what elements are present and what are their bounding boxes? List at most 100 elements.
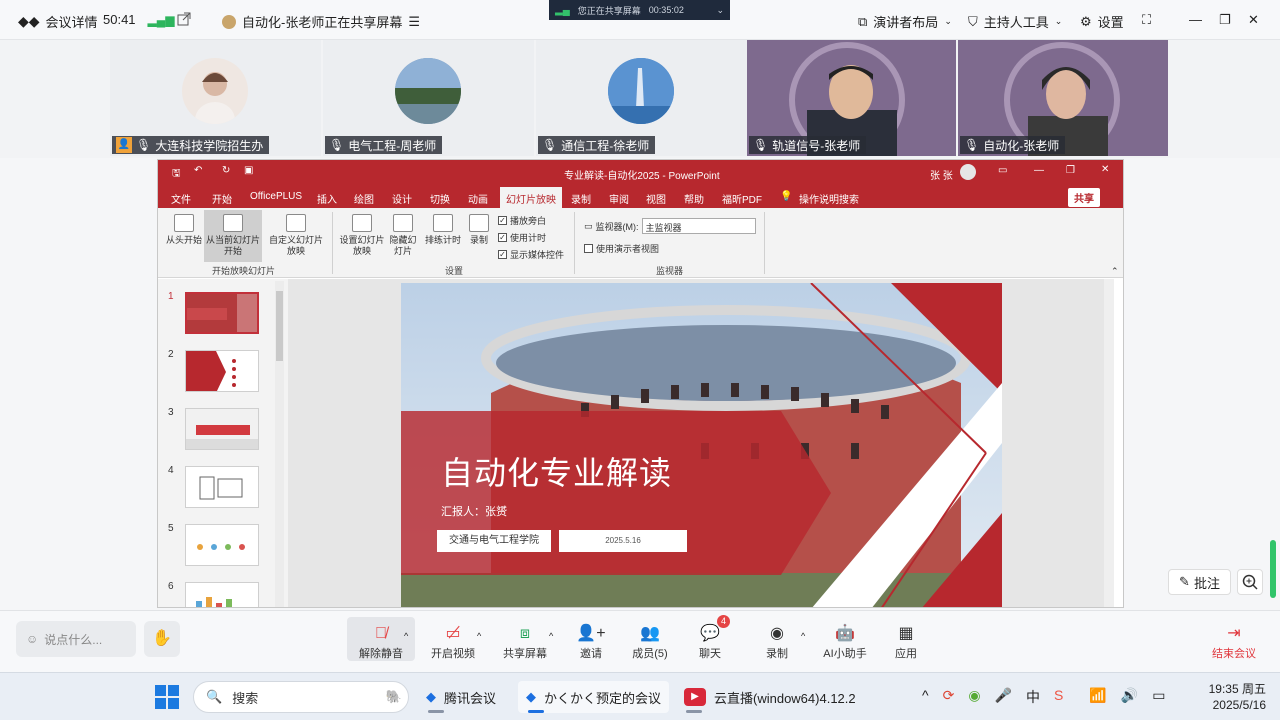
thumbnail-scrollbar[interactable] [275,281,284,607]
slide-scrollbar[interactable] [1104,279,1114,607]
from-beginning-button[interactable]: 从头开始 [164,214,204,246]
host-tools-button[interactable]: ⛉ 主持人工具 ⌄ [968,12,1062,31]
slide-thumbnail-4[interactable] [185,466,259,508]
chevron-up-icon[interactable]: ^ [477,631,481,641]
sync-icon[interactable]: ⟳ [943,687,955,707]
chat-label: 聊天 [699,648,721,660]
taskbar-app-tencent-meeting[interactable]: ◆ 腾讯会议 [418,681,504,713]
meeting-details-button[interactable]: ◆◆ 会议详情 [18,12,98,31]
participant-tile[interactable]: 🎙 电气工程-周老师 [323,40,534,156]
rehearse-timings-button[interactable]: 排练计时 [422,214,464,246]
taskbar-clock[interactable]: 19:35 周五 2025/5/16 [1196,681,1266,713]
present-icon[interactable]: ▣ [244,165,253,176]
tell-me-search[interactable]: 操作说明搜索 [799,191,859,206]
restore-icon[interactable]: ❐ [1219,12,1231,28]
participant-video-tile[interactable]: 🎙 轨道信号-张老师 [747,40,956,158]
apps-button[interactable]: ▦ 应用 [872,623,940,661]
hide-slide-button[interactable]: 隐藏幻灯片 [388,214,418,257]
chevron-up-icon[interactable]: ^ [404,631,408,641]
slide-thumbnail-6[interactable] [185,582,259,607]
sharing-text: 您正在共享屏幕 [577,5,641,16]
record-button[interactable]: ◉ 录制 [743,623,811,661]
wifi-icon[interactable]: 📶 [1089,687,1106,707]
tab-review[interactable]: 审阅 [609,191,629,206]
sogou-icon[interactable]: S [1054,687,1063,707]
invite-button[interactable]: 👤+ 邀请 [557,623,625,661]
custom-slideshow-button[interactable]: 自定义幻灯片放映 [266,214,326,257]
annotate-button[interactable]: ✎ 批注 [1168,569,1231,595]
sharing-banner[interactable]: ▂▄ 您正在共享屏幕 00:35:02 ⌄ [549,0,730,20]
tab-help[interactable]: 帮助 [684,191,704,206]
settings-button[interactable]: ⚙ 设置 [1080,12,1124,31]
tab-transitions[interactable]: 切换 [430,191,450,206]
participant-tile[interactable]: 🎙 通信工程-徐老师 [536,40,747,156]
close-icon[interactable]: ✕ [1101,164,1109,175]
tab-file[interactable]: 文件 [171,191,191,206]
share-screen-button[interactable]: ⧈ 共享屏幕 [491,623,559,661]
monitor-dropdown-value[interactable]: 主监视器 [641,218,756,234]
slide-thumbnail-3[interactable] [185,408,259,450]
slide-thumbnail-2[interactable] [185,350,259,392]
start-video-button[interactable]: ▭̸ 开启视频 [419,623,487,661]
slide-thumbnail-1[interactable] [185,292,259,334]
tab-design[interactable]: 设计 [392,191,412,206]
save-icon[interactable]: 🖫 [172,166,181,183]
input-method-icon[interactable]: 中 [1026,687,1040,707]
tab-draw[interactable]: 绘图 [354,191,374,206]
from-current-slide-button[interactable]: 从当前幻灯片开始 [204,210,262,262]
tab-home[interactable]: 开始 [212,191,232,206]
tab-view[interactable]: 视图 [646,191,666,206]
monitor-select[interactable]: ▭ 监视器(M): 主监视器 [584,218,756,234]
members-button[interactable]: 👥 成员(5) [616,623,684,661]
use-timings-checkbox[interactable]: ✓ 使用计时 [498,231,546,244]
chat-button[interactable]: 💬 4 聊天 [676,615,744,661]
restore-icon[interactable]: ❐ [1066,165,1075,176]
zoom-button[interactable] [1237,569,1263,595]
use-presenter-view-checkbox[interactable]: 使用演示者视图 [584,242,659,255]
collapse-ribbon-icon[interactable]: ⌃ [1111,266,1119,277]
tab-slideshow[interactable]: 幻灯片放映 [500,187,562,208]
record-button[interactable]: 录制 [466,214,492,246]
participant-video-tile[interactable]: 🎙 自动化-张老师 [958,40,1168,158]
tab-insert[interactable]: 插入 [317,191,337,206]
user-avatar[interactable] [960,164,976,180]
presenter-layout-button[interactable]: ⧉ 演讲者布局 ⌄ [858,12,952,31]
chevron-up-icon[interactable]: ^ [549,631,553,641]
raise-hand-button[interactable]: ✋ [144,621,180,657]
tab-record[interactable]: 录制 [571,191,591,206]
scrollbar-thumb[interactable] [276,291,283,361]
tab-animations[interactable]: 动画 [468,191,488,206]
speaker-icon[interactable]: 🔊 [1121,687,1138,707]
play-narration-checkbox[interactable]: ✓ 播放旁白 [498,214,546,227]
close-icon[interactable]: ✕ [1248,12,1259,28]
app-tray-icon[interactable]: ◉ [968,687,980,707]
participant-tile[interactable]: 👤 🎙 大连科技学院招生办 [110,40,321,156]
ai-assistant-button[interactable]: 🤖 AI小助手 [811,623,879,661]
ppt-user-name[interactable]: 张 张 [930,167,953,182]
tab-foxit-pdf[interactable]: 福昕PDF [722,191,762,206]
end-meeting-button[interactable]: ⇥ 结束会议 [1200,623,1268,661]
taskbar-app-scheduled-meeting[interactable]: ◆ かくかく预定的会议 [518,681,670,713]
chevron-up-icon[interactable]: ^ [922,687,929,707]
fullscreen-icon[interactable]: ⛶ [1142,12,1151,28]
setup-slideshow-button[interactable]: 设置幻灯片放映 [338,214,386,257]
taskbar-search[interactable]: 🔍 搜索 🐘 [193,681,409,713]
minimize-icon[interactable]: — [1189,12,1202,27]
taskbar-app-live-stream[interactable]: ▶ 云直播(window64)4.12.2 [676,681,864,713]
popout-icon[interactable] [177,12,191,26]
redo-icon[interactable]: ↻ [222,165,230,176]
ribbon-display-icon[interactable]: ▭ [998,165,1007,176]
windows-start-icon[interactable] [155,685,179,712]
undo-icon[interactable]: ↶ [194,165,202,176]
quick-chat-input[interactable]: ☺ 说点什么... [16,621,136,657]
current-slide[interactable]: 自动化专业解读 汇报人：张赟 交通与电气工程学院 2025.5.16 [401,283,1002,607]
share-button[interactable]: 共享 [1068,188,1100,207]
slide-thumbnail-5[interactable] [185,524,259,566]
microphone-icon[interactable]: 🎤 [995,687,1012,707]
share-status[interactable]: 自动化-张老师正在共享屏幕 ☰ [222,12,420,31]
show-media-controls-checkbox[interactable]: ✓ 显示媒体控件 [498,248,564,261]
minimize-icon[interactable]: — [1034,165,1044,176]
chevron-up-icon[interactable]: ^ [801,631,805,641]
tab-officeplus[interactable]: OfficePLUS [250,191,302,202]
battery-icon[interactable]: ▭ [1152,687,1165,707]
